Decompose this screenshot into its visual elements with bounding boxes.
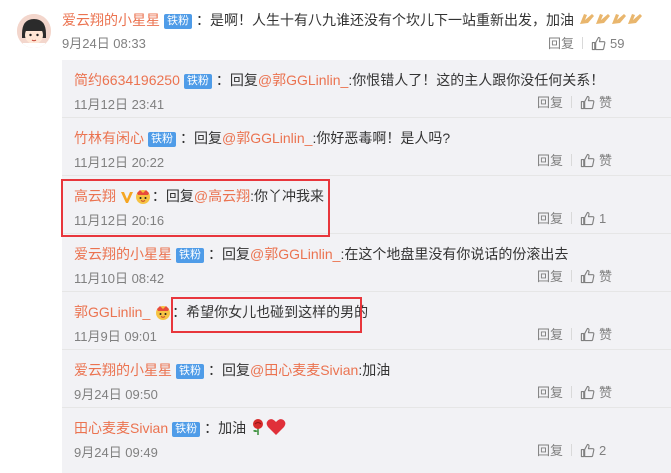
heart-emoji: [266, 418, 286, 441]
reply-actions: 回复 2: [537, 442, 606, 460]
fan-badge[interactable]: 铁粉: [183, 74, 212, 89]
divider: [571, 386, 573, 398]
reply-text: :在这个地盘里没有你说话的份滚出去: [340, 246, 569, 262]
like-count: 59: [610, 36, 625, 51]
fan-badge[interactable]: 铁粉: [176, 248, 204, 263]
reply-date: 11月9日 09:01: [74, 329, 157, 344]
like-label: 赞: [599, 95, 613, 110]
like-button[interactable]: 赞: [580, 95, 612, 110]
reply-date: 9月24日 09:50: [74, 387, 158, 402]
divider: [571, 96, 573, 108]
like-count: 1: [599, 211, 607, 226]
mention-link[interactable]: @郭GGLinlin_: [250, 246, 340, 262]
thumbs-up-icon: [580, 327, 595, 342]
list-item: 爱云翔的小星星 铁粉 ：回复@郭GGLinlin_:在这个地盘里没有你说话的份滚出去…: [62, 234, 671, 292]
reply-prefix: ：: [204, 420, 219, 436]
reply-date: 11月12日 23:41: [74, 97, 165, 112]
like-label: 赞: [599, 269, 613, 284]
reply-button[interactable]: 回复: [548, 36, 574, 51]
reply-button[interactable]: 回复: [537, 443, 563, 458]
reply-text: :加油: [358, 362, 391, 378]
reply-text: 加油: [218, 420, 247, 436]
fan-badge[interactable]: 铁粉: [172, 422, 201, 437]
reply-date: 9月24日 09:49: [74, 445, 158, 460]
reply-actions: 回复 赞: [537, 384, 612, 402]
like-count: 2: [599, 443, 607, 458]
avatar-cartoon-girl: [17, 14, 51, 48]
reply-prefix: ：回复: [180, 130, 222, 146]
like-button[interactable]: 59: [591, 36, 624, 51]
divider: [571, 270, 573, 282]
reply-actions: 回复 1: [537, 210, 606, 228]
thumbs-up-icon: [580, 211, 595, 226]
reply-actions: 回复 赞: [537, 94, 612, 112]
clap-emoji: [578, 10, 644, 33]
thumbs-up-icon: [580, 95, 595, 110]
thumbs-up-icon: [591, 36, 606, 51]
like-label: 赞: [599, 327, 613, 342]
fan-badge[interactable]: 铁粉: [176, 364, 204, 379]
thumbs-up-icon: [580, 269, 595, 284]
list-item: 简约6634196250 铁粉 ：回复@郭GGLinlin_:你恨错人了！这的主人跟…: [62, 60, 671, 118]
reply-user[interactable]: 郭GGLinlin_: [74, 304, 150, 320]
reply-user[interactable]: 田心麦麦Sivian: [74, 420, 168, 436]
reply-user[interactable]: 竹林有闲心: [74, 130, 144, 146]
like-button[interactable]: 2: [580, 443, 606, 458]
thumbs-up-icon: [580, 385, 595, 400]
list-item: 郭GGLinlin_ ：希望你女儿也碰到这样的男的 11月9日 09:01 回复…: [62, 292, 671, 350]
reply-prefix: ：回复: [215, 72, 258, 88]
reply-actions: 回复 赞: [537, 152, 612, 170]
reply-text: :你恨错人了！这的主人跟你没任何关系！: [348, 72, 605, 88]
like-button[interactable]: 1: [580, 211, 606, 226]
reply-date: 11月12日 20:22: [74, 155, 165, 170]
reply-date: 11月10日 08:42: [74, 271, 165, 286]
divider: [571, 212, 573, 224]
rose-emoji: [250, 418, 266, 441]
reply-button[interactable]: 回复: [537, 211, 563, 226]
reply-actions: 回复 赞: [537, 268, 612, 286]
list-item: 竹林有闲心 铁粉 ：回复@郭GGLinlin_:你好恶毒啊！是人吗? 11月12日 …: [62, 118, 671, 176]
reply-user[interactable]: 爱云翔的小星星: [74, 246, 172, 262]
mention-link[interactable]: @田心麦麦Sivian: [250, 362, 358, 378]
like-label: 赞: [599, 153, 613, 168]
main-comment-user[interactable]: 爱云翔的小星星: [62, 12, 160, 28]
fan-badge[interactable]: 铁粉: [148, 132, 176, 147]
reply-user[interactable]: 简约6634196250: [74, 72, 180, 88]
thumbs-up-icon: [580, 153, 595, 168]
mention-link[interactable]: @郭GGLinlin_: [222, 130, 312, 146]
highlight-box: [171, 297, 362, 333]
like-button[interactable]: 赞: [580, 327, 612, 342]
divider: [571, 154, 573, 166]
main-comment-date: 9月24日 08:33: [62, 36, 146, 51]
reply-button[interactable]: 回复: [537, 95, 563, 110]
avatar[interactable]: [17, 14, 51, 48]
divider: [571, 328, 573, 340]
reply-prefix: ：回复: [208, 362, 250, 378]
reply-text: :你好恶毒啊！是人吗?: [312, 130, 451, 146]
like-label: 赞: [599, 385, 613, 400]
list-item: 田心麦麦Sivian 铁粉 ：加油 9月24日 09:49 回复 2: [62, 408, 671, 473]
reply-button[interactable]: 回复: [537, 153, 563, 168]
list-item: 爱云翔的小星星 铁粉 ：回复@田心麦麦Sivian:加油 9月24日 09:50 回…: [62, 350, 671, 408]
main-comment-actions: 回复 59: [548, 35, 624, 53]
main-comment: 爱云翔的小星星 铁粉 ：是啊！人生十有八九谁还没有个坎儿下一站重新出发，加油 9月2…: [0, 0, 671, 60]
reply-actions: 回复 赞: [537, 326, 612, 344]
reply-button[interactable]: 回复: [537, 327, 563, 342]
reply-prefix: ：回复: [208, 246, 250, 262]
crown-emoji: [154, 304, 172, 325]
reply-user[interactable]: 爱云翔的小星星: [74, 362, 172, 378]
highlight-box: [61, 179, 330, 237]
like-button[interactable]: 赞: [580, 153, 612, 168]
main-comment-text: ：是啊！人生十有八九谁还没有个坎儿下一站重新出发，加油: [196, 12, 574, 28]
reply-list: 简约6634196250 铁粉 ：回复@郭GGLinlin_:你恨错人了！这的主人跟…: [62, 60, 671, 473]
like-button[interactable]: 赞: [580, 269, 612, 284]
thumbs-up-icon: [580, 443, 595, 458]
like-button[interactable]: 赞: [580, 385, 612, 400]
divider: [571, 444, 573, 456]
fan-badge[interactable]: 铁粉: [164, 14, 192, 29]
reply-button[interactable]: 回复: [537, 385, 563, 400]
divider: [582, 37, 584, 49]
reply-button[interactable]: 回复: [537, 269, 563, 284]
mention-link[interactable]: @郭GGLinlin_: [258, 72, 348, 88]
